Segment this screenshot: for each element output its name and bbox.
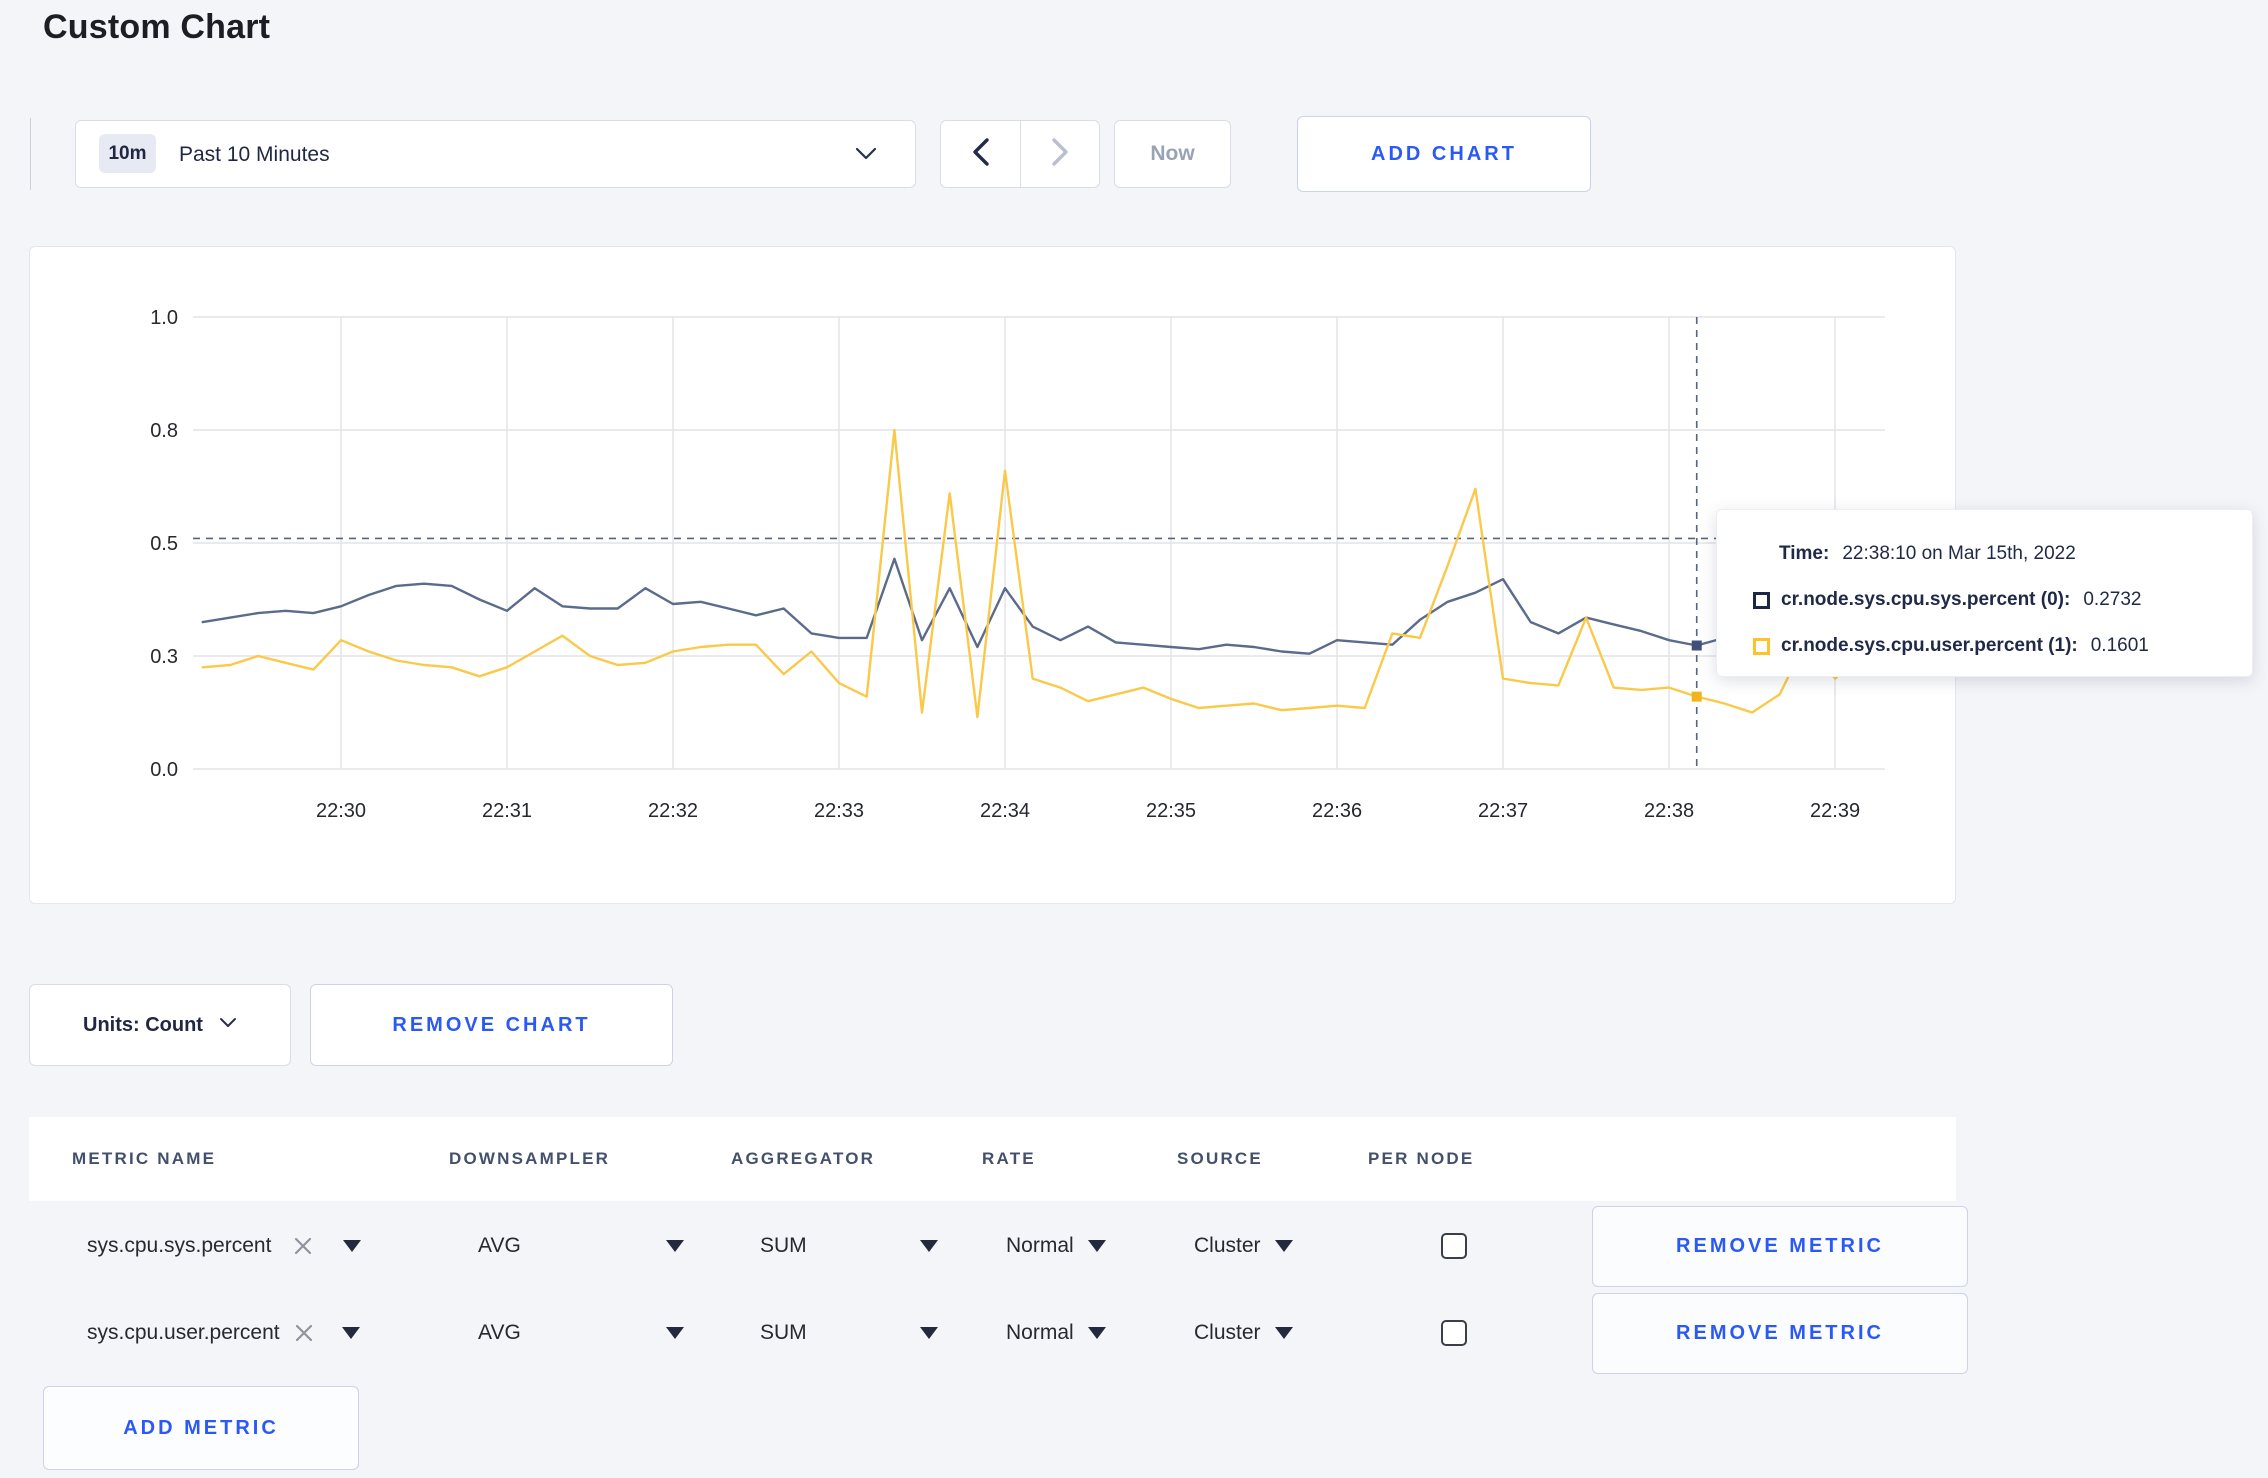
column-header-metric-name: METRIC NAME	[72, 1149, 217, 1168]
caret-down-icon[interactable]	[341, 1327, 360, 1339]
rate-value: Normal	[1006, 1234, 1074, 1257]
caret-down-icon	[1087, 1240, 1106, 1252]
rate-select[interactable]: Normal	[1006, 1203, 1106, 1289]
metric-row: sys.cpu.user.percent AVG SUM Normal Clus…	[29, 1290, 1968, 1376]
remove-chart-button[interactable]: REMOVE CHART	[310, 984, 673, 1066]
svg-text:22:31: 22:31	[482, 800, 532, 822]
close-icon[interactable]	[294, 1323, 314, 1343]
svg-text:22:37: 22:37	[1478, 800, 1528, 822]
aggregator-select[interactable]: SUM	[760, 1203, 807, 1289]
time-range-badge: 10m	[99, 134, 156, 173]
source-select[interactable]: Cluster	[1194, 1290, 1293, 1376]
toolbar-left-divider	[30, 118, 31, 190]
caret-down-icon[interactable]	[343, 1240, 362, 1252]
close-icon[interactable]	[293, 1236, 313, 1256]
caret-down-icon[interactable]	[920, 1203, 938, 1289]
caret-down-icon	[1274, 1240, 1293, 1252]
timeseries-chart[interactable]: 0.0 0.3 0.5 0.8 1.0 22:30 22:31 22:32 22:33 22:34…	[30, 247, 1955, 903]
chevron-down-icon	[219, 1016, 237, 1034]
column-header-per-node: PER NODE	[1368, 1149, 1475, 1168]
time-range-label: Past 10 Minutes	[179, 143, 330, 166]
time-range-selector[interactable]: 10m Past 10 Minutes	[75, 120, 916, 188]
tooltip-series-row: cr.node.sys.cpu.sys.percent (0): 0.2732	[1753, 581, 2252, 619]
chart-card: 0.0 0.3 0.5 0.8 1.0 22:30 22:31 22:32 22:33 22:34…	[29, 246, 1956, 904]
svg-text:22:35: 22:35	[1146, 800, 1196, 822]
svg-text:0.5: 0.5	[150, 533, 178, 555]
source-value: Cluster	[1194, 1234, 1261, 1257]
svg-text:22:34: 22:34	[980, 800, 1030, 822]
tooltip-series-value: 0.1601	[2090, 635, 2149, 656]
rate-select[interactable]: Normal	[1006, 1290, 1106, 1376]
column-header-downsampler: DOWNSAMPLER	[449, 1149, 611, 1168]
aggregator-select[interactable]: SUM	[760, 1290, 807, 1376]
column-header-aggregator: AGGREGATOR	[731, 1149, 876, 1168]
metric-name-select[interactable]: sys.cpu.sys.percent	[87, 1203, 362, 1289]
metrics-table-header: METRIC NAME DOWNSAMPLER AGGREGATOR RATE …	[29, 1117, 1956, 1201]
svg-text:1.0: 1.0	[150, 307, 178, 329]
downsampler-select[interactable]: AVG	[478, 1203, 521, 1289]
chevron-left-icon	[970, 136, 992, 173]
now-button[interactable]: Now	[1114, 120, 1231, 188]
column-header-rate: RATE	[982, 1149, 1036, 1168]
add-chart-button[interactable]: ADD CHART	[1297, 116, 1591, 192]
rate-value: Normal	[1006, 1321, 1074, 1344]
svg-text:22:36: 22:36	[1312, 800, 1362, 822]
metric-name-select[interactable]: sys.cpu.user.percent	[87, 1290, 360, 1376]
tooltip-series-row: cr.node.sys.cpu.user.percent (1): 0.1601	[1753, 627, 2252, 665]
downsampler-value: AVG	[478, 1234, 521, 1257]
time-nav-arrows	[940, 120, 1100, 188]
downsampler-value: AVG	[478, 1321, 521, 1344]
remove-metric-button[interactable]: REMOVE METRIC	[1592, 1293, 1968, 1374]
units-label: Units: Count	[83, 1013, 203, 1036]
page-title: Custom Chart	[43, 8, 271, 46]
prev-timeframe-button[interactable]	[941, 121, 1020, 187]
next-timeframe-button[interactable]	[1020, 121, 1099, 187]
svg-text:22:38: 22:38	[1644, 800, 1694, 822]
per-node-checkbox[interactable]	[1441, 1320, 1467, 1346]
aggregator-value: SUM	[760, 1321, 807, 1344]
chevron-right-icon	[1049, 136, 1071, 173]
tooltip-swatch-0	[1753, 591, 1770, 609]
tooltip-time-row: Time: 22:38:10 on Mar 15th, 2022	[1753, 535, 2252, 573]
units-dropdown[interactable]: Units: Count	[29, 984, 291, 1066]
svg-text:22:33: 22:33	[814, 800, 864, 822]
metric-row: sys.cpu.sys.percent AVG SUM Normal Clust…	[29, 1203, 1968, 1289]
caret-down-icon	[1274, 1327, 1293, 1339]
source-select[interactable]: Cluster	[1194, 1203, 1293, 1289]
svg-text:22:39: 22:39	[1810, 800, 1860, 822]
column-header-source: SOURCE	[1177, 1149, 1263, 1168]
svg-text:0.0: 0.0	[150, 759, 178, 781]
svg-text:22:32: 22:32	[648, 800, 698, 822]
remove-metric-button[interactable]: REMOVE METRIC	[1592, 1206, 1968, 1287]
metric-name-value: sys.cpu.user.percent	[87, 1321, 280, 1344]
metric-name-value: sys.cpu.sys.percent	[87, 1234, 272, 1257]
tooltip-series-name: cr.node.sys.cpu.sys.percent (0):	[1781, 589, 2071, 610]
caret-down-icon[interactable]	[920, 1290, 938, 1376]
tooltip-swatch-1	[1753, 637, 1770, 655]
svg-text:0.8: 0.8	[150, 420, 178, 442]
downsampler-select[interactable]: AVG	[478, 1290, 521, 1376]
chart-tooltip: Time: 22:38:10 on Mar 15th, 2022 cr.node…	[1716, 509, 2253, 677]
tooltip-series-name: cr.node.sys.cpu.user.percent (1):	[1781, 635, 2078, 656]
per-node-checkbox[interactable]	[1441, 1233, 1467, 1259]
caret-down-icon	[1087, 1327, 1106, 1339]
source-value: Cluster	[1194, 1321, 1261, 1344]
chevron-down-icon	[855, 147, 877, 166]
aggregator-value: SUM	[760, 1234, 807, 1257]
add-metric-button[interactable]: ADD METRIC	[43, 1386, 359, 1470]
tooltip-time-label: Time:	[1779, 543, 1830, 564]
svg-text:0.3: 0.3	[150, 646, 178, 668]
caret-down-icon[interactable]	[666, 1290, 684, 1376]
tooltip-series-value: 0.2732	[2083, 589, 2142, 610]
caret-down-icon[interactable]	[666, 1203, 684, 1289]
custom-chart-page: Custom Chart 10m Past 10 Minutes Now ADD…	[0, 0, 2268, 1478]
svg-text:22:30: 22:30	[316, 800, 366, 822]
tooltip-time-value: 22:38:10 on Mar 15th, 2022	[1842, 543, 2076, 564]
